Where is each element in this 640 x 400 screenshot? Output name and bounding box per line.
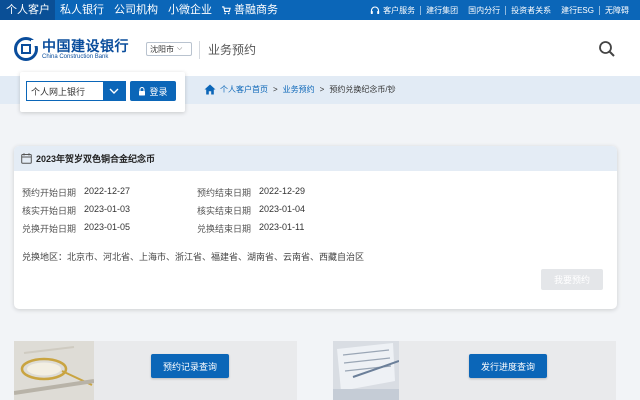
chevron-down-icon: ⌵ [177, 45, 183, 52]
login-button-label: 登录 [149, 86, 168, 97]
customer-service-label: 客户服务 [383, 5, 416, 15]
search-icon [599, 41, 615, 57]
coin-title: 2023年贺岁双色铜合金纪念币 [36, 154, 156, 164]
reservation-end-value: 2022-12-29 [259, 186, 306, 196]
date-row-exchange: 兑换开始日期 2023-01-05 兑换结束日期 2023-01-11 [22, 222, 304, 235]
exchange-start-value: 2023-01-05 [84, 222, 131, 232]
accessibility-link[interactable]: 无障碍 [600, 5, 634, 16]
breadcrumb: 个人客户首页 > 业务预约 > 预约兑换纪念币/钞 [204, 80, 396, 98]
reservation-start-value: 2022-12-27 [84, 186, 131, 196]
coin-info-card: 2023年贺岁双色铜合金纪念币 预约开始日期 2022-12-27 预约结束日期… [14, 146, 617, 309]
logo-text: 中国建设银行 China Construction Bank [42, 39, 129, 60]
search-button[interactable] [598, 40, 616, 58]
breadcrumb-current: 预约兑换纪念币/钞 [329, 84, 396, 94]
date-row-reservation: 预约开始日期 2022-12-27 预约结束日期 2022-12-29 [22, 186, 305, 199]
glasses-pen-illustration [14, 341, 94, 400]
exchange-regions-value: 北京市、河北省、上海市、浙江省、福建省、湖南省、云南省、西藏自治区 [67, 252, 365, 262]
reserve-button[interactable]: 我要预约 [541, 269, 603, 290]
logo-english-name: China Construction Bank [42, 53, 109, 60]
login-button[interactable]: 登录 [130, 81, 176, 101]
headset-icon [370, 5, 380, 14]
top-right-links: 客户服务 建行集团 国内分行 投资者关系 建行ESG 无障碍 [365, 0, 634, 20]
verification-end-value: 2023-01-04 [259, 204, 306, 214]
nav-personal[interactable]: 个人客户 [0, 0, 55, 20]
site-header: 中国建设银行 China Construction Bank 沈阳市 ⌵ 业务预… [0, 20, 640, 76]
breadcrumb-separator: > [319, 84, 325, 94]
card-header: 2023年贺岁双色铜合金纪念币 [14, 146, 617, 171]
login-type-dropdown-toggle[interactable] [103, 82, 125, 100]
verification-start-value: 2023-01-03 [84, 204, 131, 214]
reservation-records-button[interactable]: 预约记录查询 [151, 354, 229, 378]
nav-small-business-label: 小微企业 [168, 4, 212, 16]
accessibility-label: 无障碍 [605, 5, 629, 15]
city-selector-value: 沈阳市 [150, 44, 174, 54]
breadcrumb-home[interactable]: 个人客户首页 [220, 84, 268, 95]
logo-chinese-name: 中国建设银行 [42, 37, 129, 54]
domestic-branch-label: 国内分行 [468, 5, 501, 15]
ccb-esg-label: 建行ESG [561, 5, 594, 15]
ccb-esg-link[interactable]: 建行ESG [556, 5, 599, 16]
issue-progress-button[interactable]: 发行进度查询 [469, 354, 547, 378]
nav-corporate[interactable]: 公司机构 [109, 0, 163, 20]
investor-relations-link[interactable]: 投资者关系 [506, 5, 556, 16]
ccb-group-link[interactable]: 建行集团 [421, 5, 463, 16]
nav-personal-label: 个人客户 [6, 4, 50, 16]
login-type-value: 个人网上银行 [31, 86, 86, 97]
city-selector[interactable]: 沈阳市 ⌵ [146, 42, 192, 56]
nav-ecommerce-label: 善融商务 [234, 4, 278, 16]
exchange-start-label: 兑换开始日期 [22, 224, 77, 234]
ccb-logo[interactable]: 中国建设银行 China Construction Bank [14, 37, 129, 61]
exchange-regions: 兑换地区：北京市、河北省、上海市、浙江省、福建省、湖南省、云南省、西藏自治区 [22, 250, 364, 263]
verification-start-label: 核实开始日期 [22, 206, 77, 216]
reservation-end-label: 预约结束日期 [197, 188, 252, 198]
nav-corporate-label: 公司机构 [114, 4, 158, 16]
nav-ecommerce[interactable]: 善融商务 [217, 0, 283, 20]
breadcrumb-separator: > [273, 84, 278, 94]
verification-end-label: 核实结束日期 [197, 206, 252, 216]
nav-private-banking-label: 私人银行 [60, 4, 104, 16]
ccb-logo-mark-icon [14, 37, 38, 61]
exchange-end-label: 兑换结束日期 [197, 224, 252, 234]
nav-small-business[interactable]: 小微企业 [163, 0, 217, 20]
date-row-verification: 核实开始日期 2023-01-03 核实结束日期 2023-01-04 [22, 204, 305, 217]
reservation-start-label: 预约开始日期 [22, 188, 77, 198]
calendar-icon [21, 153, 32, 164]
lock-icon [139, 86, 146, 95]
issue-progress-panel: 发行进度查询 [333, 341, 616, 400]
header-divider [199, 41, 200, 59]
customer-service-link[interactable]: 客户服务 [365, 5, 420, 16]
page-section-title: 业务预约 [208, 43, 257, 57]
ccb-group-label: 建行集团 [426, 5, 459, 15]
top-nav: 个人客户 私人银行 公司机构 小微企业 善融商务 [0, 0, 283, 20]
top-nav-bar: 个人客户 私人银行 公司机构 小微企业 善融商务 客户服务 建行集团 国内分行 … [0, 0, 640, 20]
login-panel: 个人网上银行 登录 [20, 72, 185, 112]
login-type-select[interactable]: 个人网上银行 [26, 81, 126, 101]
exchange-end-value: 2023-01-11 [259, 222, 305, 232]
investor-relations-label: 投资者关系 [511, 5, 552, 15]
reservation-records-panel: 预约记录查询 [14, 341, 297, 400]
exchange-regions-label: 兑换地区： [22, 252, 68, 262]
chevron-down-icon [109, 88, 119, 94]
breadcrumb-reservation[interactable]: 业务预约 [283, 84, 315, 95]
nav-private-banking[interactable]: 私人银行 [55, 0, 109, 20]
home-icon[interactable] [204, 84, 216, 95]
domestic-branch-link[interactable]: 国内分行 [463, 5, 505, 16]
documents-illustration [333, 341, 399, 400]
cart-icon [222, 5, 231, 14]
